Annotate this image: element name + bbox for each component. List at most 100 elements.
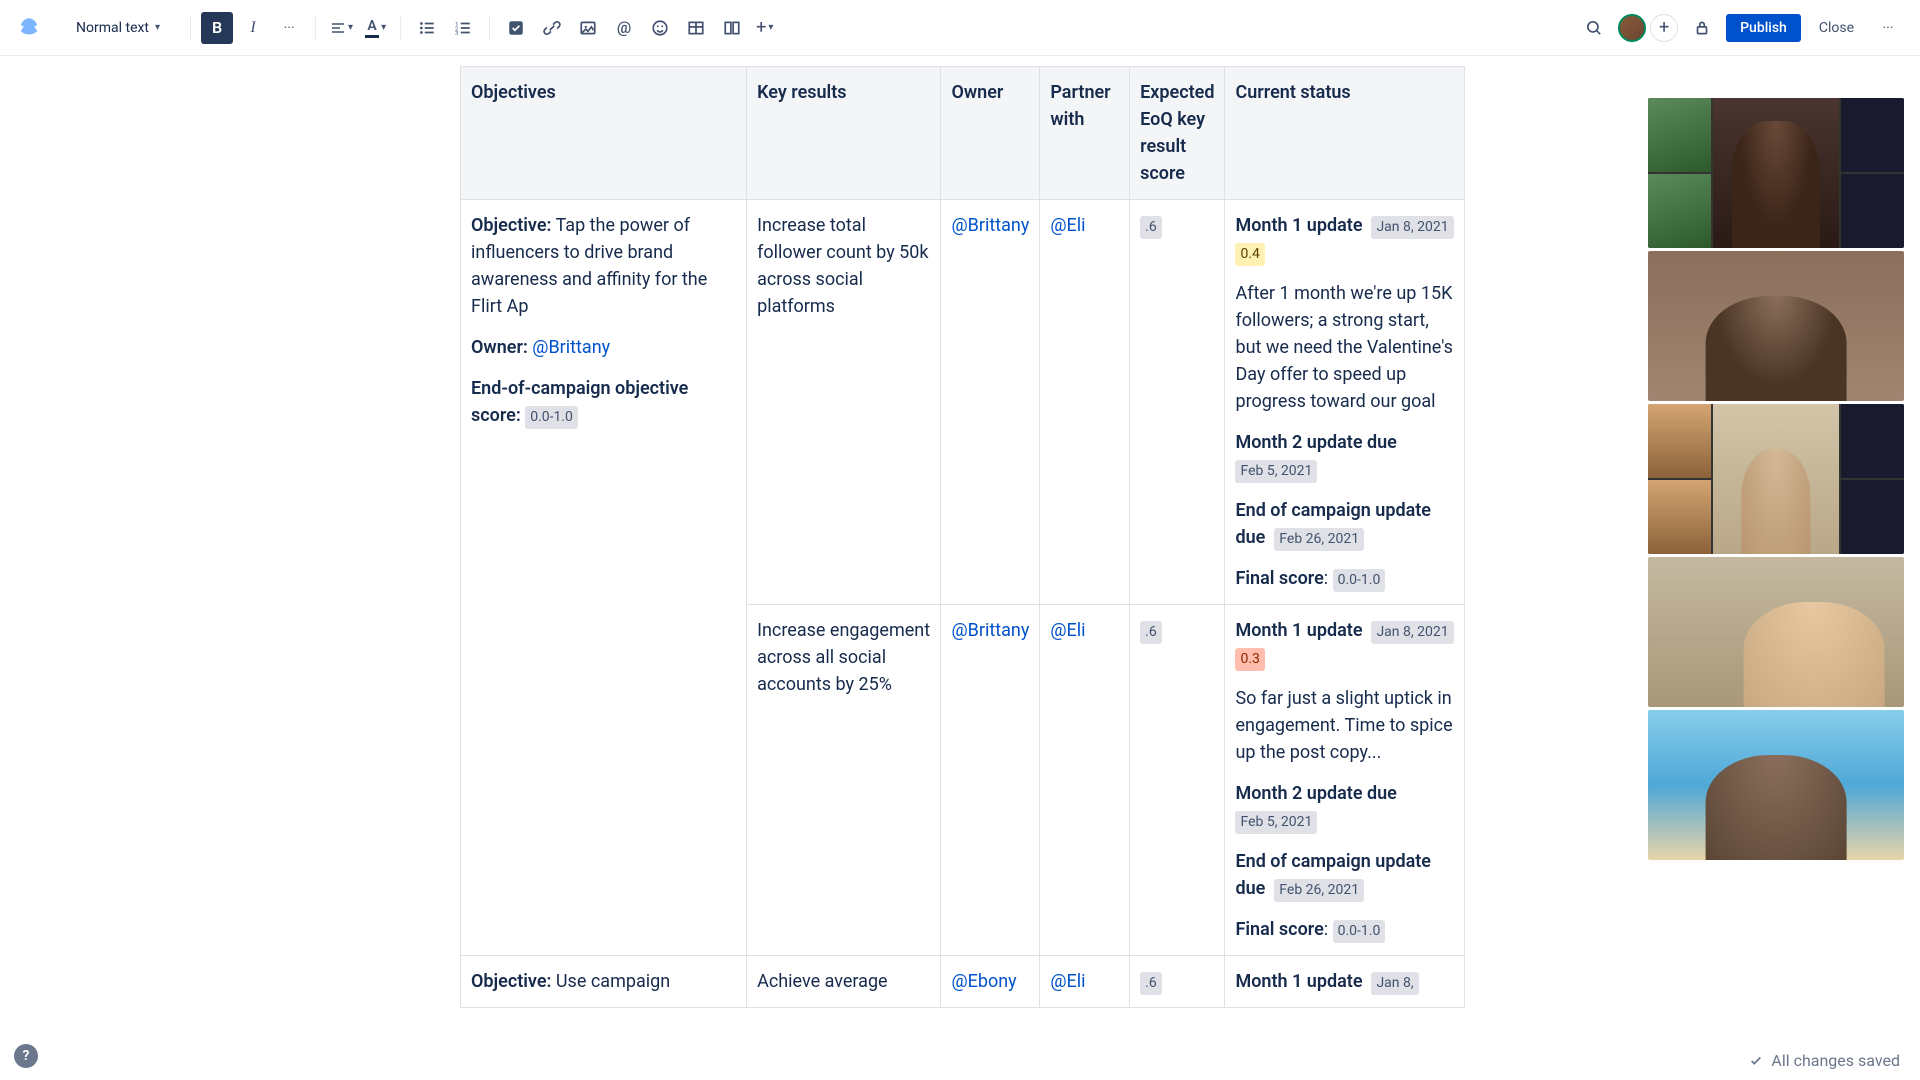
score-lozenge: .6 bbox=[1140, 621, 1162, 644]
m1-label: Month 1 update bbox=[1235, 215, 1362, 236]
objective-cell[interactable]: Objective: Tap the power of influencers … bbox=[461, 200, 747, 956]
mention-button[interactable]: @ bbox=[608, 12, 640, 44]
date-lozenge: Feb 26, 2021 bbox=[1274, 879, 1364, 902]
status-cell[interactable]: Month 1 update Jan 8, 2021 0.3 So far ju… bbox=[1225, 605, 1465, 956]
okr-table[interactable]: Objectives Key results Owner Partner wit… bbox=[460, 66, 1465, 1008]
chevron-down-icon: ▾ bbox=[348, 22, 353, 33]
final-label: Final score bbox=[1235, 568, 1323, 589]
score-lozenge: .6 bbox=[1140, 216, 1162, 239]
m1-text: After 1 month we're up 15K followers; a … bbox=[1235, 280, 1454, 415]
search-icon bbox=[1585, 19, 1603, 37]
mention[interactable]: @Brittany bbox=[951, 215, 1029, 236]
app-logo-icon bbox=[16, 15, 42, 41]
search-button[interactable] bbox=[1578, 12, 1610, 44]
owner-cell[interactable]: @Ebony bbox=[941, 956, 1040, 1008]
help-button[interactable]: ? bbox=[14, 1044, 38, 1068]
add-collaborator-button[interactable]: + bbox=[1650, 14, 1678, 42]
save-status: All changes saved bbox=[1729, 1041, 1920, 1080]
partner-cell[interactable]: @Eli bbox=[1040, 956, 1130, 1008]
keyresult-cell[interactable]: Increase engagement across all social ac… bbox=[747, 605, 941, 956]
more-actions-button[interactable]: ··· bbox=[1872, 12, 1904, 44]
video-participant-tile[interactable] bbox=[1648, 251, 1904, 401]
italic-button[interactable]: I bbox=[237, 12, 269, 44]
score-lozenge: 0.4 bbox=[1235, 243, 1264, 266]
publish-button[interactable]: Publish bbox=[1726, 14, 1801, 42]
video-participant-tile[interactable] bbox=[1648, 404, 1904, 554]
save-status-text: All changes saved bbox=[1771, 1051, 1900, 1070]
emoji-button[interactable] bbox=[644, 12, 676, 44]
mention[interactable]: @Eli bbox=[1050, 971, 1085, 992]
bold-button[interactable]: B bbox=[201, 12, 233, 44]
chevron-down-icon: ▾ bbox=[768, 22, 773, 33]
score-lozenge: 0.0-1.0 bbox=[525, 406, 578, 429]
final-label: Final score bbox=[1235, 919, 1323, 940]
color-swatch bbox=[365, 35, 379, 38]
status-cell[interactable]: Month 1 update Jan 8, bbox=[1225, 956, 1465, 1008]
restrictions-button[interactable] bbox=[1686, 12, 1718, 44]
mention[interactable]: @Ebony bbox=[951, 971, 1016, 992]
separator bbox=[489, 16, 490, 40]
owner-cell[interactable]: @Brittany bbox=[941, 200, 1040, 605]
m1-label: Month 1 update bbox=[1235, 971, 1362, 992]
partner-cell[interactable]: @Eli bbox=[1040, 200, 1130, 605]
toolbar-left: Normal text ▾ B I ··· ▾ A ▾ 123 bbox=[16, 12, 777, 44]
mention[interactable]: @Eli bbox=[1050, 620, 1085, 641]
toolbar-right: + Publish Close ··· bbox=[1578, 12, 1904, 44]
objective-cell[interactable]: Objective: Use campaign bbox=[461, 956, 747, 1008]
header-score: Expected EoQ key result score bbox=[1130, 67, 1225, 200]
video-participant-tile[interactable] bbox=[1648, 710, 1904, 860]
separator bbox=[190, 16, 191, 40]
partner-cell[interactable]: @Eli bbox=[1040, 605, 1130, 956]
emoji-icon bbox=[651, 19, 669, 37]
insert-button[interactable]: + ▾ bbox=[752, 12, 777, 44]
table-row: Objective: Tap the power of influencers … bbox=[461, 200, 1465, 605]
table-row: Objective: Use campaign Achieve average … bbox=[461, 956, 1465, 1008]
objective-text: Use campaign bbox=[551, 971, 670, 992]
status-cell[interactable]: Month 1 update Jan 8, 2021 0.4 After 1 m… bbox=[1225, 200, 1465, 605]
video-call-panel[interactable] bbox=[1648, 98, 1904, 860]
date-lozenge: Feb 26, 2021 bbox=[1274, 528, 1364, 551]
score-cell[interactable]: .6 bbox=[1130, 605, 1225, 956]
bullet-list-icon bbox=[418, 19, 436, 37]
collaborator-avatars: + bbox=[1618, 14, 1678, 42]
owner-label: Owner: bbox=[471, 337, 528, 358]
text-style-select[interactable]: Normal text ▾ bbox=[66, 14, 170, 42]
m1-label: Month 1 update bbox=[1235, 620, 1362, 641]
mention[interactable]: @Brittany bbox=[951, 620, 1029, 641]
text-style-label: Normal text bbox=[76, 20, 149, 36]
header-status: Current status bbox=[1225, 67, 1465, 200]
numbered-list-icon: 123 bbox=[454, 19, 472, 37]
m2-label: Month 2 update due bbox=[1235, 783, 1396, 804]
chevron-down-icon: ▾ bbox=[155, 22, 160, 33]
video-participant-tile[interactable] bbox=[1648, 98, 1904, 248]
layouts-button[interactable] bbox=[716, 12, 748, 44]
close-button[interactable]: Close bbox=[1809, 14, 1864, 42]
bullet-list-button[interactable] bbox=[411, 12, 443, 44]
mention[interactable]: @Eli bbox=[1050, 215, 1085, 236]
keyresult-cell[interactable]: Increase total follower count by 50k acr… bbox=[747, 200, 941, 605]
date-lozenge: Feb 5, 2021 bbox=[1235, 811, 1317, 834]
image-button[interactable] bbox=[572, 12, 604, 44]
text-color-button[interactable]: A ▾ bbox=[361, 12, 390, 44]
owner-cell[interactable]: @Brittany bbox=[941, 605, 1040, 956]
score-lozenge: 0.3 bbox=[1235, 648, 1264, 671]
user-avatar[interactable] bbox=[1618, 14, 1646, 42]
table-button[interactable] bbox=[680, 12, 712, 44]
video-participant-tile[interactable] bbox=[1648, 557, 1904, 707]
keyresult-cell[interactable]: Achieve average bbox=[747, 956, 941, 1008]
score-lozenge: 0.0-1.0 bbox=[1333, 569, 1386, 592]
m1-text: So far just a slight uptick in engagemen… bbox=[1235, 685, 1454, 766]
align-button[interactable]: ▾ bbox=[326, 12, 357, 44]
link-button[interactable] bbox=[536, 12, 568, 44]
action-item-button[interactable] bbox=[500, 12, 532, 44]
header-partner: Partner with bbox=[1040, 67, 1130, 200]
editor-content[interactable]: Objectives Key results Owner Partner wit… bbox=[0, 56, 1920, 1080]
numbered-list-button[interactable]: 123 bbox=[447, 12, 479, 44]
layouts-icon bbox=[723, 19, 741, 37]
score-cell[interactable]: .6 bbox=[1130, 200, 1225, 605]
header-owner: Owner bbox=[941, 67, 1040, 200]
check-icon bbox=[1749, 1054, 1763, 1068]
more-formatting-button[interactable]: ··· bbox=[273, 12, 305, 44]
owner-mention[interactable]: @Brittany bbox=[532, 337, 610, 358]
score-cell[interactable]: .6 bbox=[1130, 956, 1225, 1008]
